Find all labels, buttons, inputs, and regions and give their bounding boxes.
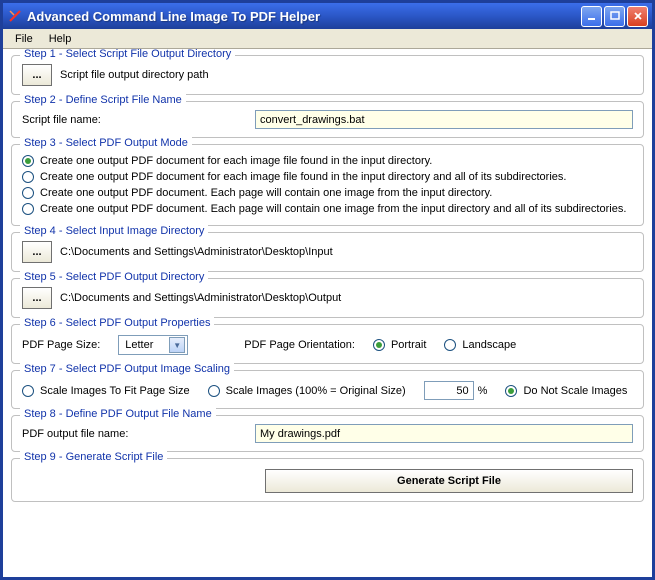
step4-legend: Step 4 - Select Input Image Directory	[20, 225, 208, 237]
step4-path: C:\Documents and Settings\Administrator\…	[60, 246, 333, 258]
step5-group: Step 5 - Select PDF Output Directory ...…	[11, 278, 644, 318]
step1-legend: Step 1 - Select Script File Output Direc…	[20, 49, 235, 60]
radio-icon	[22, 385, 34, 397]
radio-icon	[505, 385, 517, 397]
menu-file[interactable]: File	[7, 31, 41, 47]
step6-group: Step 6 - Select PDF Output Properties PD…	[11, 324, 644, 364]
step3-legend: Step 3 - Select PDF Output Mode	[20, 137, 192, 149]
scale-percent-label: Scale Images (100% = Original Size)	[226, 385, 406, 397]
scale-percent-input[interactable]	[424, 381, 474, 400]
page-size-label: PDF Page Size:	[22, 339, 100, 351]
titlebar: Advanced Command Line Image To PDF Helpe…	[3, 3, 652, 29]
step8-group: Step 8 - Define PDF Output File Name PDF…	[11, 415, 644, 452]
step3-group: Step 3 - Select PDF Output Mode Create o…	[11, 144, 644, 226]
step5-path: C:\Documents and Settings\Administrator\…	[60, 292, 341, 304]
step3-opt2-label: Create one output PDF document for each …	[40, 171, 566, 183]
step3-opt1-label: Create one output PDF document for each …	[40, 155, 432, 167]
step3-option1[interactable]: Create one output PDF document for each …	[22, 153, 633, 169]
step3-option3[interactable]: Create one output PDF document. Each pag…	[22, 185, 633, 201]
radio-icon	[208, 385, 220, 397]
step3-option2[interactable]: Create one output PDF document for each …	[22, 169, 633, 185]
app-icon	[7, 8, 23, 24]
pdf-output-filename-input[interactable]	[255, 424, 633, 443]
scale-none-option[interactable]: Do Not Scale Images	[505, 385, 627, 397]
scale-fit-option[interactable]: Scale Images To Fit Page Size	[22, 385, 190, 397]
step6-legend: Step 6 - Select PDF Output Properties	[20, 317, 214, 329]
step1-path: Script file output directory path	[60, 69, 209, 81]
step3-option4[interactable]: Create one output PDF document. Each pag…	[22, 201, 633, 217]
percent-suffix: %	[478, 385, 488, 397]
step9-legend: Step 9 - Generate Script File	[20, 451, 167, 463]
step4-browse-button[interactable]: ...	[22, 241, 52, 263]
step2-label: Script file name:	[22, 114, 247, 126]
portrait-label: Portrait	[391, 339, 426, 351]
page-size-combo[interactable]: Letter ▼	[118, 335, 188, 355]
menubar: File Help	[3, 29, 652, 49]
step2-legend: Step 2 - Define Script File Name	[20, 94, 186, 106]
step7-legend: Step 7 - Select PDF Output Image Scaling	[20, 363, 234, 375]
step3-opt3-label: Create one output PDF document. Each pag…	[40, 187, 492, 199]
step1-browse-button[interactable]: ...	[22, 64, 52, 86]
radio-icon	[373, 339, 385, 351]
minimize-button[interactable]	[581, 6, 602, 27]
step9-group: Step 9 - Generate Script File Generate S…	[11, 458, 644, 502]
step5-legend: Step 5 - Select PDF Output Directory	[20, 271, 208, 283]
orientation-landscape[interactable]: Landscape	[444, 339, 516, 351]
radio-icon	[22, 171, 34, 183]
landscape-label: Landscape	[462, 339, 516, 351]
step4-group: Step 4 - Select Input Image Directory ..…	[11, 232, 644, 272]
radio-icon	[444, 339, 456, 351]
script-file-name-input[interactable]	[255, 110, 633, 129]
generate-script-button[interactable]: Generate Script File	[265, 469, 633, 493]
orientation-label: PDF Page Orientation:	[244, 339, 355, 351]
radio-icon	[22, 187, 34, 199]
step2-group: Step 2 - Define Script File Name Script …	[11, 101, 644, 138]
scale-none-label: Do Not Scale Images	[523, 385, 627, 397]
step7-group: Step 7 - Select PDF Output Image Scaling…	[11, 370, 644, 409]
scale-percent-option[interactable]: Scale Images (100% = Original Size)	[208, 385, 406, 397]
orientation-portrait[interactable]: Portrait	[373, 339, 426, 351]
step3-opt4-label: Create one output PDF document. Each pag…	[40, 203, 626, 215]
scale-fit-label: Scale Images To Fit Page Size	[40, 385, 190, 397]
page-size-value: Letter	[125, 339, 153, 351]
radio-icon	[22, 203, 34, 215]
step8-legend: Step 8 - Define PDF Output File Name	[20, 408, 216, 420]
step5-browse-button[interactable]: ...	[22, 287, 52, 309]
maximize-button[interactable]	[604, 6, 625, 27]
close-button[interactable]	[627, 6, 648, 27]
chevron-down-icon: ▼	[169, 337, 185, 353]
menu-help[interactable]: Help	[41, 31, 80, 47]
step1-group: Step 1 - Select Script File Output Direc…	[11, 55, 644, 95]
pdf-output-label: PDF output file name:	[22, 428, 247, 440]
radio-icon	[22, 155, 34, 167]
window-title: Advanced Command Line Image To PDF Helpe…	[27, 9, 581, 24]
